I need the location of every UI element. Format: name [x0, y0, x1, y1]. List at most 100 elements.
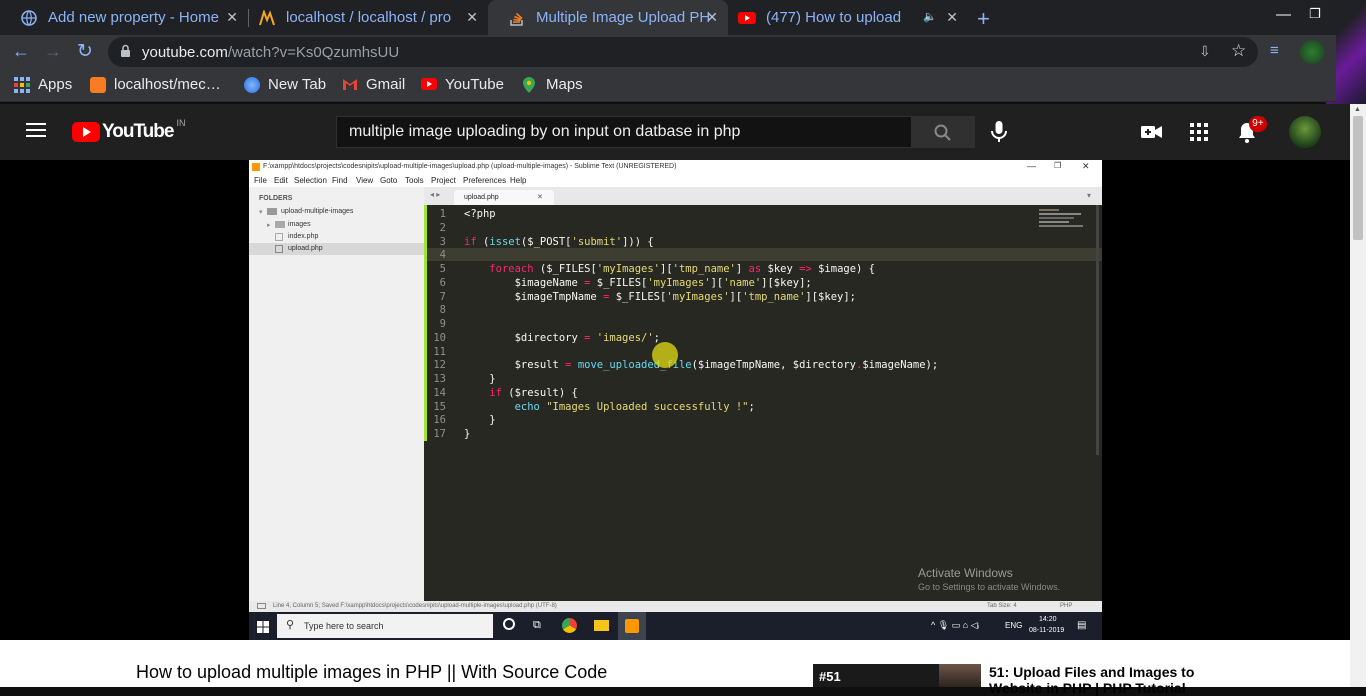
back-arrow-icon[interactable]: ←	[12, 41, 30, 62]
bookmark-localhost[interactable]: localhost/mec…	[90, 76, 221, 93]
status-syntax: PHP	[1060, 603, 1073, 609]
menu-goto: Goto	[380, 176, 398, 185]
tab-phpmyadmin[interactable]: localhost / localhost / pro ✕	[238, 0, 488, 35]
tab-nav-arrows-icon: ◂ ▸	[430, 190, 441, 199]
line-number: 8	[439, 304, 446, 316]
sublime-statusbar: Line 4, Column 5; Saved F:\xampp\htdocs\…	[249, 601, 1102, 612]
install-icon[interactable]: ⇩	[1199, 43, 1211, 60]
tab-youtube[interactable]: (477) How to upload multiple 🔈 ✕	[718, 0, 968, 35]
bookmark-maps[interactable]: Maps	[522, 76, 583, 93]
line-number: 3	[439, 236, 446, 248]
chevron-down-icon: ▾	[259, 209, 263, 216]
sublime-titlebar: F:\xampp\htdocs\projects\codesnipits\upl…	[249, 160, 1102, 174]
stackoverflow-icon	[508, 9, 526, 27]
editor-scrollbar	[1096, 205, 1099, 455]
chevron-right-icon: ▸	[267, 222, 271, 229]
line-number: 11	[433, 346, 446, 358]
clock-date: 08-11-2019	[1029, 627, 1065, 634]
action-center-icon: ▤	[1077, 620, 1087, 631]
line-number: 12	[433, 359, 446, 371]
bookmark-new-tab[interactable]: New Tab	[244, 76, 326, 93]
code-line: }	[464, 428, 471, 440]
apps-grid-icon	[14, 76, 30, 93]
scrollbar-thumb[interactable]	[1353, 116, 1363, 240]
tab-add-property[interactable]: Add new property - Home ✕	[0, 0, 248, 35]
forward-arrow-icon[interactable]: →	[44, 41, 62, 62]
youtube-logo[interactable]: YouTube IN	[72, 118, 186, 143]
apps-grid-icon[interactable]	[1190, 123, 1208, 146]
scroll-up-icon[interactable]: ▲	[1354, 106, 1361, 113]
globe-icon	[20, 9, 38, 27]
tray-icons: ^ 🎙 ▭ ⌂ ◁ᵢ	[931, 620, 979, 630]
lock-icon[interactable]	[120, 44, 131, 63]
bookmark-apps[interactable]: Apps	[14, 76, 72, 93]
minimize-icon[interactable]: —	[1276, 6, 1291, 23]
sublime-sidebar: FOLDERS ▾ upload-multiple-images ▸ image…	[249, 187, 424, 601]
activate-windows-subtitle: Go to Settings to activate Windows.	[918, 582, 1061, 592]
line-number: 15	[433, 401, 446, 413]
profile-avatar[interactable]	[1300, 40, 1324, 64]
related-video-thumbnail[interactable]: #51	[813, 664, 981, 687]
gmail-icon	[342, 77, 358, 93]
star-icon[interactable]: ☆	[1231, 41, 1246, 61]
code-line: if ($result) {	[489, 387, 578, 399]
search-icon	[934, 124, 951, 146]
search-button[interactable]	[911, 116, 975, 148]
sublime-menubar: File Edit Selection Find View Goto Tools…	[249, 174, 1102, 187]
page-scrollbar[interactable]: ▲	[1350, 104, 1366, 687]
address-bar[interactable]: youtube.com/watch?v=Ks0QzumhsUU ⇩ ☆	[108, 37, 1258, 67]
close-icon[interactable]: ✕	[226, 9, 238, 26]
code-line: foreach ($_FILES['myImages']['tmp_name']…	[489, 263, 875, 275]
avatar[interactable]	[1289, 116, 1321, 148]
windows-taskbar: ⚲ Type here to search ⧉ ^ 🎙 ▭ ⌂ ◁ᵢ ENG 1…	[249, 612, 1102, 640]
panel-toggle-icon	[257, 603, 266, 609]
code-line: if (isset($_POST['submit'])) {	[464, 236, 654, 248]
globe-icon	[244, 76, 260, 93]
bookmark-gmail[interactable]: Gmail	[342, 76, 405, 93]
menu-view: View	[356, 176, 374, 185]
line-number: 9	[439, 318, 446, 330]
bookmark-youtube[interactable]: YouTube	[421, 76, 504, 93]
youtube-play-icon	[72, 122, 100, 142]
restore-icon: ❐	[1054, 161, 1062, 170]
sublime-tab: upload.php ✕	[454, 190, 554, 205]
close-icon[interactable]: ✕	[706, 9, 718, 26]
code-line: }	[464, 414, 496, 426]
status-position: Line 4, Column 5; Saved F:\xampp\htdocs\…	[273, 603, 557, 609]
related-video-title[interactable]: 51: Upload Files and Images to Website i…	[989, 664, 1199, 696]
close-icon[interactable]: ✕	[466, 9, 478, 26]
restore-icon[interactable]: ❐	[1309, 6, 1321, 22]
tab-strip: Add new property - Home ✕ localhost / lo…	[0, 0, 1366, 35]
hamburger-menu-icon[interactable]	[26, 122, 46, 143]
create-video-icon[interactable]	[1141, 124, 1162, 145]
line-number: 2	[439, 222, 446, 234]
media-queue-icon[interactable]: ≡	[1270, 42, 1279, 59]
url-path: /watch?v=Ks0QzumhsUU	[227, 44, 400, 61]
video-player[interactable]: F:\xampp\htdocs\projects\codesnipits\upl…	[0, 160, 1350, 640]
chevron-down-icon: ▾	[1087, 191, 1092, 200]
bookmark-label: New Tab	[268, 76, 327, 93]
file-explorer-icon	[594, 620, 609, 631]
sublime-tabbar: ◂ ▸ upload.php ✕ ▾	[424, 187, 1102, 205]
close-icon[interactable]: ✕	[946, 9, 958, 26]
search-input[interactable]: multiple image uploading by on input on …	[336, 116, 912, 148]
file-icon	[275, 233, 283, 241]
code-line: $imageTmpName = $_FILES['myImages']['tmp…	[464, 291, 856, 303]
minimap	[1039, 209, 1089, 229]
microphone-icon[interactable]	[991, 121, 1007, 148]
new-tab-button[interactable]: +	[977, 6, 990, 32]
video-title[interactable]: How to upload multiple images in PHP || …	[136, 662, 607, 683]
video-info-area: How to upload multiple images in PHP || …	[0, 640, 1350, 696]
speaker-muted-icon[interactable]: 🔈	[923, 10, 937, 23]
tab-stackoverflow[interactable]: Multiple Image Upload PHP ✕	[488, 0, 728, 35]
sublime-logo-icon	[625, 619, 639, 633]
menu-preferences: Preferences	[463, 176, 507, 185]
line-number: 17	[433, 428, 446, 440]
chrome-icon	[562, 618, 577, 633]
youtube-header: YouTube IN multiple image uploading by o…	[0, 104, 1350, 160]
code-line: <?php	[464, 208, 496, 220]
region-code: IN	[176, 118, 186, 128]
line-number: 5	[439, 263, 446, 275]
reload-icon[interactable]: ↻	[77, 40, 93, 63]
maps-icon	[522, 76, 538, 93]
